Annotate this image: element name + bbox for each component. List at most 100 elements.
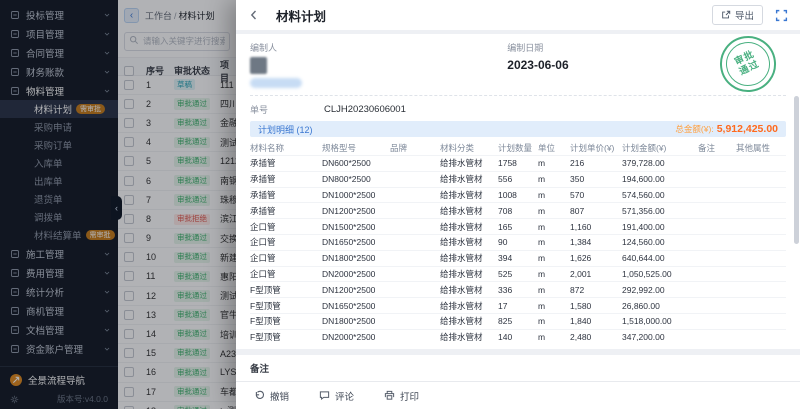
drawer-back-button[interactable]	[248, 9, 260, 21]
material-cell: DN1800*2500	[322, 253, 388, 263]
material-row: 承插管DN1000*2500给排水管材1008m570574,560.00	[250, 187, 786, 203]
material-cell: 承插管	[250, 173, 320, 185]
plan-detail-tab[interactable]: 计划明细 (12)	[258, 123, 313, 136]
material-cell: 807	[570, 206, 620, 216]
creator-label: 编制人	[250, 41, 507, 54]
remark-label: 备注	[250, 361, 786, 375]
material-cell: 191,400.00	[622, 222, 696, 232]
plan-detail-card: 编制人 编制日期 2023-06-06 单号 CLJH20230606001 计…	[236, 34, 800, 349]
material-cell: m	[538, 206, 568, 216]
material-cell: 90	[498, 237, 536, 247]
material-cell: DN2000*2500	[322, 269, 388, 279]
material-row: F型顶管DN1650*2500给排水管材17m1,58026,860.00	[250, 297, 786, 313]
material-cell: DN1800*2500	[322, 316, 388, 326]
material-cell: 给排水管材	[440, 268, 496, 280]
material-cell: 26,860.00	[622, 301, 696, 311]
material-cell: m	[538, 174, 568, 184]
remark-empty-text: 暂无备注	[250, 380, 786, 381]
order-no-label: 单号	[250, 103, 324, 116]
material-cell: 140	[498, 332, 536, 342]
print-icon	[384, 390, 395, 401]
drawer-body: 编制人 编制日期 2023-06-06 单号 CLJH20230606001 计…	[236, 30, 800, 381]
drawer-scrollbar[interactable]	[794, 96, 799, 244]
material-cell: DN1500*2500	[322, 222, 388, 232]
material-cell: 承插管	[250, 189, 320, 201]
material-row: 企口管DN1500*2500给排水管材165m1,160191,400.00	[250, 218, 786, 234]
material-cell: 1,580	[570, 301, 620, 311]
material-cell: 1,840	[570, 316, 620, 326]
material-cell: 给排水管材	[440, 221, 496, 233]
material-cell: 给排水管材	[440, 331, 496, 343]
material-cell: 企口管	[250, 268, 320, 280]
material-cell: 给排水管材	[440, 236, 496, 248]
material-col-header: 备注	[698, 142, 734, 154]
material-cell: DN1650*2500	[322, 301, 388, 311]
fullscreen-icon[interactable]	[775, 9, 788, 22]
total-amount-value: 5,912,425.00	[717, 123, 778, 135]
export-icon	[721, 10, 731, 20]
material-row: F型顶管DN2000*2500给排水管材140m2,480347,200.00	[250, 329, 786, 345]
material-cell: 1,384	[570, 237, 620, 247]
material-cell: DN600*2500	[322, 158, 388, 168]
print-button[interactable]: 打印	[384, 389, 419, 403]
sidebar-collapse-toggle[interactable]: ‹	[111, 196, 122, 220]
export-button[interactable]: 导出	[712, 5, 763, 25]
material-cell: F型顶管	[250, 315, 320, 327]
material-cell: 570	[570, 190, 620, 200]
date-label: 编制日期	[507, 41, 568, 54]
plan-detail-bar: 计划明细 (12) 总金额(¥): 5,912,425.00	[250, 121, 786, 137]
material-cell: 571,356.00	[622, 206, 696, 216]
material-cell: 给排水管材	[440, 173, 496, 185]
material-row: F型顶管DN1200*2500给排水管材336m872292,992.00	[250, 281, 786, 297]
material-row: 企口管DN1650*2500给排水管材90m1,384124,560.00	[250, 234, 786, 250]
material-cell: 承插管	[250, 205, 320, 217]
action-label: 评论	[335, 389, 354, 403]
material-row: 企口管DN1800*2500给排水管材394m1,626640,644.00	[250, 250, 786, 266]
material-cell: 企口管	[250, 236, 320, 248]
material-row: 承插管DN800*2500给排水管材556m350194,600.00	[250, 171, 786, 187]
material-cell: 承插管	[250, 157, 320, 169]
material-cell: 640,644.00	[622, 253, 696, 263]
material-cell: 企口管	[250, 252, 320, 264]
divider	[250, 95, 786, 96]
comment-icon	[319, 390, 330, 401]
comment-button[interactable]: 评论	[319, 389, 354, 403]
material-col-header: 材料名称	[250, 142, 320, 154]
detail-drawer: 材料计划 导出 编制人 编制日期 2	[236, 0, 800, 409]
material-cell: 194,600.00	[622, 174, 696, 184]
material-cell: 给排水管材	[440, 189, 496, 201]
material-row: 承插管DN1200*2500给排水管材708m807571,356.00	[250, 202, 786, 218]
material-col-header: 计划数量	[498, 142, 536, 154]
remark-card: 备注 暂无备注	[236, 355, 800, 381]
material-cell: m	[538, 332, 568, 342]
material-cell: m	[538, 316, 568, 326]
action-label: 打印	[400, 389, 419, 403]
material-cell: DN1000*2500	[322, 190, 388, 200]
undo-icon	[254, 390, 265, 401]
material-cell: F型顶管	[250, 300, 320, 312]
material-cell: 1,050,525.00	[622, 269, 696, 279]
material-cell: 165	[498, 222, 536, 232]
material-cell: 708	[498, 206, 536, 216]
material-col-header: 计划金额(¥)	[622, 142, 696, 154]
material-cell: 825	[498, 316, 536, 326]
export-label: 导出	[735, 8, 754, 22]
material-col-header: 材料分类	[440, 142, 496, 154]
material-cell: DN1200*2500	[322, 285, 388, 295]
material-cell: 556	[498, 174, 536, 184]
material-cell: 企口管	[250, 221, 320, 233]
material-cell: m	[538, 253, 568, 263]
material-cell: DN2000*2500	[322, 332, 388, 342]
material-cell: DN1200*2500	[322, 206, 388, 216]
material-cell: 2,480	[570, 332, 620, 342]
material-cell: 872	[570, 285, 620, 295]
material-cell: 379,728.00	[622, 158, 696, 168]
action-label: 撤销	[270, 389, 289, 403]
material-cell: 2,001	[570, 269, 620, 279]
material-cell: 574,560.00	[622, 190, 696, 200]
undo-button[interactable]: 撤销	[254, 389, 289, 403]
material-cell: m	[538, 301, 568, 311]
material-cell: 1008	[498, 190, 536, 200]
creator-name-redacted	[250, 78, 302, 88]
material-cell: 给排水管材	[440, 252, 496, 264]
